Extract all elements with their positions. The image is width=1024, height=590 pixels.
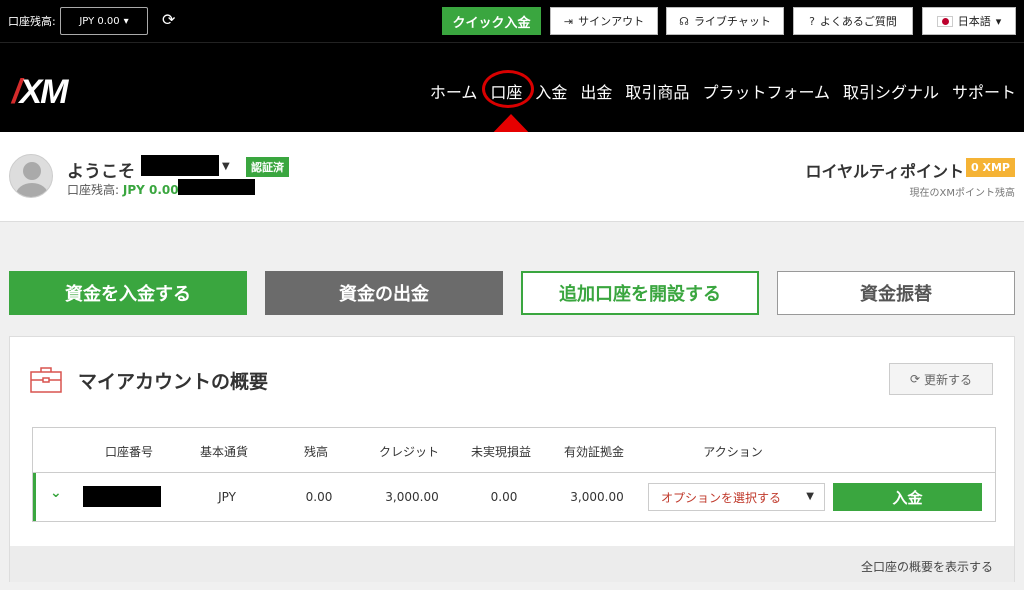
- nav-item-support[interactable]: サポート: [952, 79, 1016, 103]
- header-base-currency: 基本通貨: [199, 445, 249, 459]
- row-deposit-button[interactable]: 入金: [833, 483, 982, 511]
- cell-unrealized: 0.00: [490, 490, 518, 504]
- faq-button[interactable]: ? よくあるご質問: [793, 7, 913, 35]
- nav-item-signals[interactable]: 取引シグナル: [843, 79, 939, 103]
- nav-item-products[interactable]: 取引商品: [625, 79, 689, 103]
- accounts-table: 口座番号 基本通貨 残高 クレジット 未実現損益 有効証拠金 アクション ⌄ J…: [32, 427, 996, 522]
- welcome-bar: ようこそ ▼ 認証済 口座残高: JPY 0.00 ロイヤルティポイント 0 X…: [0, 132, 1024, 222]
- chevron-down-icon[interactable]: ⌄: [50, 485, 62, 501]
- cell-balance: 0.00: [305, 490, 333, 504]
- live-chat-button[interactable]: ☊ ライブチャット: [666, 7, 784, 35]
- balance-label: 口座残高:: [8, 15, 56, 28]
- header-equity: 有効証拠金: [563, 445, 625, 459]
- panel-title: マイアカウントの概要: [78, 371, 269, 393]
- refresh-button[interactable]: ⟳ 更新する: [889, 363, 993, 395]
- withdraw-funds-button[interactable]: 資金の出金: [265, 271, 503, 315]
- nav-item-withdraw[interactable]: 出金: [580, 79, 612, 103]
- top-bar: 口座残高: JPY 0.00 ▾ ⟳ クイック入金 ⇥ サインアウト ☊ ライブ…: [0, 0, 1024, 42]
- cell-credit: 3,000.00: [385, 490, 439, 504]
- nav-item-deposit[interactable]: 入金: [535, 79, 567, 103]
- faq-label: よくあるご質問: [819, 15, 897, 28]
- chevron-down-icon: ▾: [995, 14, 1002, 28]
- language-label: 日本語: [957, 15, 991, 28]
- loyalty-badge: 0 XMP: [966, 158, 1015, 177]
- open-account-button[interactable]: 追加口座を開設する: [521, 271, 759, 315]
- account-overview-panel: マイアカウントの概要 ⟳ 更新する 口座番号 基本通貨 残高 クレジット 未実現…: [9, 336, 1015, 582]
- chevron-down-icon[interactable]: ▼: [222, 161, 230, 172]
- live-chat-label: ライブチャット: [693, 15, 771, 28]
- headset-icon: ☊: [679, 14, 689, 28]
- sign-out-button[interactable]: ⇥ サインアウト: [550, 7, 658, 35]
- loyalty-title: ロイヤルティポイント: [805, 162, 964, 181]
- briefcase-icon: [30, 367, 62, 393]
- option-select-label: オプションを選択する: [661, 490, 782, 505]
- table-row: ⌄ JPY 0.00 3,000.00 0.00 3,000.00 オプションを…: [33, 473, 995, 521]
- refresh-icon[interactable]: ⟳: [162, 10, 175, 29]
- refresh-label: 更新する: [924, 372, 973, 387]
- redacted-account-number: [83, 486, 161, 507]
- japan-flag-icon: [936, 15, 953, 27]
- cell-equity: 3,000.00: [570, 490, 624, 504]
- deposit-funds-button[interactable]: 資金を入金する: [9, 271, 247, 315]
- loyalty-subtitle: 現在のXMポイント残高: [909, 188, 1015, 199]
- quick-deposit-button[interactable]: クイック入金: [442, 7, 541, 35]
- header-credit: クレジット: [378, 445, 440, 459]
- header-action: アクション: [703, 445, 763, 459]
- sign-out-label: サインアウト: [578, 15, 645, 28]
- language-selector[interactable]: 日本語 ▾: [922, 7, 1016, 35]
- header-balance: 残高: [303, 445, 329, 459]
- verified-badge: 認証済: [246, 157, 289, 177]
- question-icon: ?: [809, 14, 815, 28]
- welcome-greeting: ようこそ: [67, 162, 135, 182]
- chevron-down-icon: ▾: [123, 15, 129, 27]
- sign-out-icon: ⇥: [563, 14, 574, 28]
- header-account-number: 口座番号: [104, 445, 154, 459]
- show-all-accounts-link[interactable]: 全口座の概要を表示する: [861, 558, 993, 575]
- cell-currency: JPY: [218, 490, 236, 504]
- redacted-username: [141, 155, 219, 176]
- welcome-balance: 口座残高: JPY 0.00: [67, 181, 179, 198]
- chevron-down-icon: ▼: [806, 491, 814, 502]
- redacted-info: [178, 179, 255, 195]
- balance-dropdown-value: JPY 0.00: [79, 15, 120, 27]
- balance-dropdown[interactable]: JPY 0.00 ▾: [60, 7, 148, 35]
- avatar: [9, 154, 53, 198]
- welcome-balance-value: JPY 0.00: [122, 183, 179, 197]
- refresh-icon: ⟳: [909, 372, 921, 386]
- table-header: 口座番号 基本通貨 残高 クレジット 未実現損益 有効証拠金 アクション: [33, 428, 995, 473]
- xm-logo[interactable]: /XM: [12, 73, 68, 112]
- nav-item-platform[interactable]: プラットフォーム: [702, 79, 830, 103]
- header-unrealized-pl: 未実現損益: [470, 445, 532, 459]
- transfer-funds-button[interactable]: 資金振替: [777, 271, 1015, 315]
- option-select[interactable]: オプションを選択する ▼: [648, 483, 825, 511]
- nav-item-home[interactable]: ホーム: [430, 79, 478, 103]
- panel-footer: 全口座の概要を表示する: [10, 546, 1014, 582]
- annotation-circle: [482, 70, 534, 108]
- welcome-balance-label: 口座残高:: [67, 183, 120, 197]
